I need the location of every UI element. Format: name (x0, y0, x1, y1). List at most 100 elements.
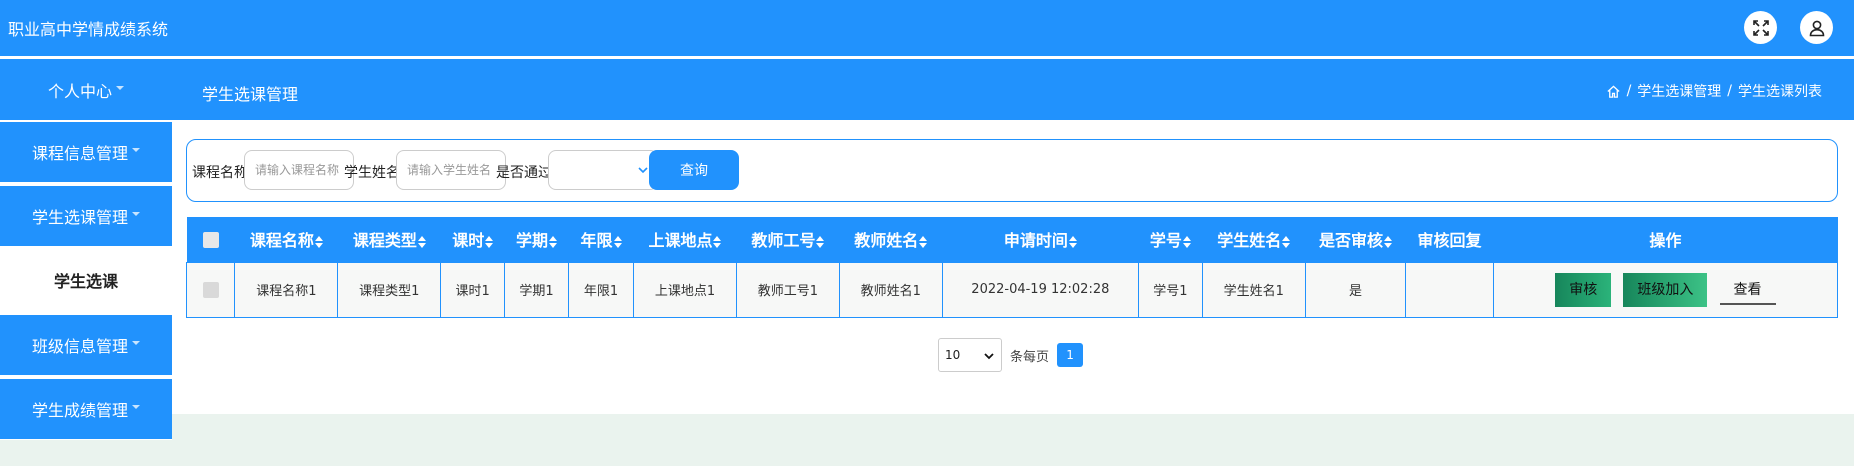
fullscreen-icon[interactable] (1744, 11, 1777, 44)
chevron-down-icon (132, 212, 140, 216)
column-label: 是否审核 (1319, 231, 1384, 251)
sort-icon[interactable] (919, 235, 928, 249)
table-cell: 学生姓名1 (1201, 261, 1306, 318)
column-header[interactable]: 申请时间 (942, 217, 1139, 262)
table-cell: 课程名称1 (234, 261, 339, 318)
sort-icon[interactable] (1182, 235, 1191, 249)
breadcrumb-level1[interactable]: 学生选课管理 (1637, 81, 1721, 101)
sort-icon[interactable] (613, 235, 622, 249)
actions-cell: 审核 班级加入 查看 (1492, 261, 1839, 318)
column-header[interactable]: 学号 (1138, 217, 1203, 262)
search-panel: 课程名称 学生姓名 是否通过 查询 (186, 139, 1838, 202)
column-header[interactable]: 课程名称 (234, 217, 338, 262)
table-cell: 年限1 (567, 261, 635, 318)
table-cell (1405, 261, 1494, 318)
audit-button[interactable]: 审核 (1555, 272, 1612, 307)
passed-select[interactable] (548, 150, 658, 190)
chevron-down-icon (132, 148, 140, 152)
breadcrumb-separator: / (1727, 83, 1732, 99)
sidebar-item-label: 班级信息管理 (31, 337, 128, 356)
personal-center-label: 个人中心 (47, 81, 112, 101)
chevron-down-icon (638, 167, 648, 174)
column-header: 审核回复 (1405, 217, 1494, 262)
sort-icon[interactable] (713, 235, 722, 249)
sort-icon[interactable] (1384, 235, 1393, 249)
column-label: 教师工号 (751, 231, 816, 251)
row-select-cell (185, 261, 236, 318)
page-number-button[interactable]: 1 (1057, 343, 1084, 367)
sort-icon[interactable] (417, 235, 426, 249)
table-row: 课程名称1 课程类型1 课时1 学期1 年限1 上课地点1 教师工号1 教师姓名… (185, 261, 1839, 318)
row-checkbox[interactable] (202, 281, 219, 298)
course-name-input[interactable] (244, 150, 354, 190)
query-button[interactable]: 查询 (649, 150, 739, 190)
sidebar-item-student-course[interactable]: 学生选课 (0, 250, 172, 310)
column-label: 操作 (1649, 231, 1682, 251)
table-cell: 上课地点1 (633, 261, 737, 318)
column-header[interactable]: 上课地点 (633, 217, 737, 262)
table-cell: 教师工号1 (735, 261, 840, 318)
sidebar-item-course-info[interactable]: 课程信息管理 (0, 122, 172, 182)
column-header[interactable]: 学生姓名 (1202, 217, 1306, 262)
column-header[interactable]: 学期 (504, 217, 569, 262)
column-header[interactable]: 年限 (568, 217, 634, 262)
chevron-down-icon (132, 341, 140, 345)
sort-icon[interactable] (549, 235, 558, 249)
column-header[interactable]: 教师工号 (736, 217, 840, 262)
sidebar-item-course-selection[interactable]: 学生选课管理 (0, 186, 172, 246)
sidebar-item-class-info[interactable]: 班级信息管理 (0, 315, 172, 375)
column-label: 学生姓名 (1217, 231, 1282, 251)
chevron-down-icon (116, 85, 124, 90)
page-size-value: 10 (945, 348, 961, 362)
personal-center-menu[interactable]: 个人中心 (0, 59, 172, 120)
table-cell: 是 (1304, 261, 1407, 318)
column-header[interactable]: 课程类型 (337, 217, 441, 262)
column-label: 年限 (580, 231, 613, 251)
sort-icon[interactable] (816, 235, 825, 249)
column-label: 课时 (452, 231, 485, 251)
course-name-label: 课程名称 (192, 165, 248, 181)
column-label: 上课地点 (648, 231, 713, 251)
column-label: 学期 (516, 231, 549, 251)
column-header[interactable]: 课时 (440, 217, 505, 262)
select-all-checkbox[interactable] (202, 232, 219, 249)
sort-icon[interactable] (1068, 235, 1077, 249)
table-cell: 2022-04-19 12:02:28 (941, 261, 1140, 318)
user-icon[interactable] (1800, 11, 1833, 44)
column-header: 操作 (1493, 217, 1838, 262)
view-button[interactable]: 查看 (1719, 275, 1776, 305)
table-cell: 学期1 (504, 261, 569, 318)
join-class-button[interactable]: 班级加入 (1623, 272, 1708, 307)
app-title: 职业高中学情成绩系统 (8, 20, 169, 39)
column-label: 审核回复 (1417, 231, 1482, 251)
table-cell: 课时1 (440, 261, 506, 318)
sidebar-item-label: 学生选课管理 (31, 208, 128, 227)
sidebar-item-label: 课程信息管理 (31, 144, 128, 163)
home-icon[interactable] (1606, 84, 1621, 99)
per-page-text: 条每页 (1010, 349, 1050, 365)
sidebar-item-score[interactable]: 学生成绩管理 (0, 379, 172, 439)
breadcrumb-separator: / (1626, 83, 1632, 99)
table-cell: 课程类型1 (337, 261, 442, 318)
sidebar-item-label: 学生成绩管理 (31, 401, 128, 420)
sort-icon[interactable] (314, 235, 323, 249)
page-size-select[interactable]: 10 (938, 338, 1002, 372)
column-header[interactable]: 教师姓名 (839, 217, 943, 262)
sidebar-item-label: 学生选课 (53, 272, 118, 291)
table-header-row: 课程名称 课程类型 课时 学期 年限 上课地点 教师工号 教师姓名 申请时间 学… (186, 217, 1838, 262)
chevron-down-icon (132, 405, 140, 409)
column-label: 课程类型 (352, 231, 417, 251)
column-label: 课程名称 (249, 231, 314, 251)
sort-icon[interactable] (1282, 235, 1291, 249)
column-header[interactable]: 是否审核 (1305, 217, 1406, 262)
column-label: 教师姓名 (854, 231, 919, 251)
column-label: 学号 (1149, 231, 1182, 251)
column-label: 申请时间 (1003, 231, 1068, 251)
student-name-label: 学生姓名 (344, 165, 400, 181)
select-all-cell (186, 217, 235, 262)
chevron-down-icon (984, 353, 994, 360)
table-cell: 教师姓名1 (838, 261, 943, 318)
sort-icon[interactable] (485, 235, 494, 249)
sub-header: 个人中心 学生选课管理 / 学生选课管理 / 学生选课列表 (0, 59, 1854, 120)
student-name-input[interactable] (396, 150, 506, 190)
